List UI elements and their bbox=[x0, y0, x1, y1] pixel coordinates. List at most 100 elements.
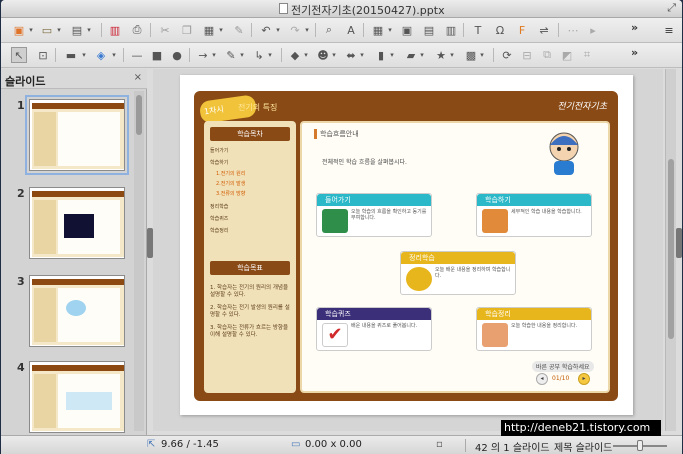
card-title: 들어가기 bbox=[317, 194, 431, 206]
more-options-icon[interactable]: » bbox=[631, 21, 638, 34]
transitions-icon[interactable]: ⇌ bbox=[536, 22, 552, 38]
close-icon[interactable]: × bbox=[134, 72, 142, 83]
workspace-scrollbar[interactable] bbox=[665, 69, 676, 431]
curve-icon[interactable]: ✎ bbox=[223, 47, 239, 63]
thumbnail-number: 2 bbox=[17, 187, 25, 200]
copy-icon[interactable]: ❐ bbox=[179, 22, 195, 38]
slide-pane-header: 슬라이드 × bbox=[1, 69, 147, 89]
arrange-icon[interactable]: ⧉ bbox=[539, 47, 555, 63]
cut-icon[interactable]: ✂ bbox=[157, 22, 173, 38]
basic-shapes-icon[interactable]: ◆ bbox=[287, 47, 303, 63]
chevron-down-icon[interactable]: ▾ bbox=[111, 47, 117, 63]
line-icon[interactable]: — bbox=[129, 47, 145, 63]
chevron-down-icon[interactable]: ▾ bbox=[449, 47, 455, 63]
special-character-icon[interactable]: Ω bbox=[492, 22, 508, 38]
text-box-icon[interactable]: T bbox=[470, 22, 486, 38]
flow-card-summary: 학습정리 오늘 학습한 내용을 정리합니다. bbox=[476, 307, 592, 351]
arrow-line-icon[interactable]: → bbox=[195, 47, 211, 63]
chevron-down-icon[interactable]: ▾ bbox=[389, 47, 395, 63]
zoom-slider-handle[interactable] bbox=[637, 440, 643, 451]
slide-brand: 전기전자기초 bbox=[557, 102, 607, 112]
chevron-down-icon[interactable]: ▾ bbox=[275, 22, 281, 38]
block-arrows-icon[interactable]: ⬌ bbox=[343, 47, 359, 63]
find-icon[interactable]: ⌕ bbox=[321, 22, 337, 38]
chevron-down-icon[interactable]: ▾ bbox=[81, 47, 87, 63]
chevron-down-icon[interactable]: ▾ bbox=[331, 47, 337, 63]
expand-icon[interactable]: ⤢ bbox=[667, 1, 676, 15]
objective-item: 1. 학습자는 전기의 원리의 개념을 설명할 수 있다. bbox=[210, 285, 289, 298]
ellipse-icon[interactable]: ● bbox=[169, 47, 185, 63]
flowchart-icon[interactable]: ▮ bbox=[373, 47, 389, 63]
image-icon[interactable]: ▣ bbox=[399, 22, 415, 38]
size-readout: 0.00 x 0.00 bbox=[305, 439, 362, 450]
card-title: 학습정리 bbox=[477, 308, 591, 320]
3d-objects-icon[interactable]: ▩ bbox=[463, 47, 479, 63]
flow-card-learn: 학습하기 세부적인 학습 내용을 학습합니다. bbox=[476, 193, 592, 237]
grid-icon[interactable]: ⋯ bbox=[565, 22, 581, 38]
standard-toolbar: ▣ ▾ ▭ ▾ ▤ ▾ ▥ ⎙ ✂ ❐ ▦ ▾ ✎ ↶ ▾ ↷ ▾ ⌕ A ▦ … bbox=[1, 18, 682, 43]
menu-icon[interactable]: ≡ bbox=[661, 22, 677, 38]
window-title: 전기전자기초(20150427).pptx bbox=[291, 4, 445, 17]
print-icon[interactable]: ⎙ bbox=[129, 22, 145, 38]
shadow-icon[interactable]: ◩ bbox=[559, 47, 575, 63]
sidebar-collapse-handle[interactable] bbox=[676, 228, 682, 258]
pdf-export-icon[interactable]: ▥ bbox=[107, 22, 123, 38]
chevron-down-icon[interactable]: ▾ bbox=[387, 22, 393, 38]
chevron-down-icon[interactable]: ▾ bbox=[86, 22, 92, 38]
slide-pane-scrollbar[interactable] bbox=[134, 91, 144, 431]
open-folder-icon[interactable]: ▭ bbox=[39, 22, 55, 38]
rectangle-icon[interactable]: ■ bbox=[149, 47, 165, 63]
chevron-down-icon[interactable]: ▾ bbox=[359, 47, 365, 63]
fontwork-icon[interactable]: F bbox=[514, 22, 530, 38]
more-options-icon[interactable]: » bbox=[631, 46, 638, 59]
rotate-icon[interactable]: ⟳ bbox=[499, 47, 515, 63]
table-icon[interactable]: ▦ bbox=[370, 22, 386, 38]
media-icon[interactable]: ▤ bbox=[421, 22, 437, 38]
check-icon: ✔ bbox=[322, 323, 348, 347]
chevron-down-icon[interactable]: ▾ bbox=[211, 47, 217, 63]
flow-card-quiz: 학습퀴즈 ✔ 배운 내용을 퀴즈로 풀어봅니다. bbox=[316, 307, 432, 351]
slide-thumbnail[interactable] bbox=[29, 187, 125, 259]
chevron-down-icon[interactable]: ▾ bbox=[56, 22, 62, 38]
menu-subitem: 1.전기의 원리 bbox=[216, 171, 246, 177]
new-slide-icon[interactable]: ▣ bbox=[11, 22, 27, 38]
slide-count: 42 의 1 슬라이드 bbox=[475, 443, 550, 454]
main-intro: 전체적인 학습 흐름을 살펴봅시다. bbox=[322, 159, 407, 166]
paste-icon[interactable]: ▦ bbox=[201, 22, 217, 38]
slide-thumbnail[interactable] bbox=[25, 95, 129, 175]
clone-format-icon[interactable]: ✎ bbox=[231, 22, 247, 38]
prev-icon: ◂ bbox=[536, 373, 548, 385]
zoom-pan-icon[interactable]: ⊡ bbox=[35, 47, 51, 63]
play-icon[interactable]: ▸ bbox=[585, 22, 601, 38]
slide-thumbnail[interactable] bbox=[29, 361, 125, 433]
line-color-icon[interactable]: ▬ bbox=[63, 47, 79, 63]
redo-icon[interactable]: ↷ bbox=[287, 22, 303, 38]
slide-top-title: 전기의 특징 bbox=[238, 103, 278, 112]
chevron-down-icon[interactable]: ▾ bbox=[218, 22, 224, 38]
callouts-icon[interactable]: ▰ bbox=[403, 47, 419, 63]
fill-color-icon[interactable]: ◈ bbox=[93, 47, 109, 63]
chevron-down-icon[interactable]: ▾ bbox=[479, 47, 485, 63]
chevron-down-icon[interactable]: ▾ bbox=[239, 47, 245, 63]
save-icon[interactable]: ▤ bbox=[69, 22, 85, 38]
chevron-down-icon[interactable]: ▾ bbox=[28, 22, 34, 38]
undo-icon[interactable]: ↶ bbox=[258, 22, 274, 38]
position-icon: ⇱ bbox=[147, 439, 156, 450]
card-text: 세부적인 학습 내용을 학습합니다. bbox=[511, 209, 582, 215]
card-title: 학습퀴즈 bbox=[317, 308, 431, 320]
slide-thumbnail[interactable] bbox=[29, 275, 125, 347]
stars-icon[interactable]: ★ bbox=[433, 47, 449, 63]
chevron-down-icon[interactable]: ▾ bbox=[419, 47, 425, 63]
spelling-icon[interactable]: A bbox=[343, 22, 359, 38]
connector-icon[interactable]: ↳ bbox=[251, 47, 267, 63]
chevron-down-icon[interactable]: ▾ bbox=[304, 22, 310, 38]
symbol-shapes-icon[interactable]: ☻ bbox=[315, 47, 331, 63]
chart-icon[interactable]: ▥ bbox=[443, 22, 459, 38]
drawing-toolbar: ↖ ⊡ ▬ ▾ ◈ ▾ — ■ ● → ▾ ✎ ▾ ↳ ▾ ◆ ▾ ☻ ▾ ⬌ … bbox=[1, 43, 682, 68]
crop-icon[interactable]: ⌗ bbox=[579, 47, 595, 63]
align-icon[interactable]: ⊟ bbox=[519, 47, 535, 63]
select-icon[interactable]: ↖ bbox=[11, 47, 27, 63]
chevron-down-icon[interactable]: ▾ bbox=[303, 47, 309, 63]
slide-canvas[interactable]: 1차시 전기의 특징 전기전자기초 학습목차 들어가기 학습하기 1.전기의 원… bbox=[180, 75, 633, 415]
chevron-down-icon[interactable]: ▾ bbox=[267, 47, 273, 63]
